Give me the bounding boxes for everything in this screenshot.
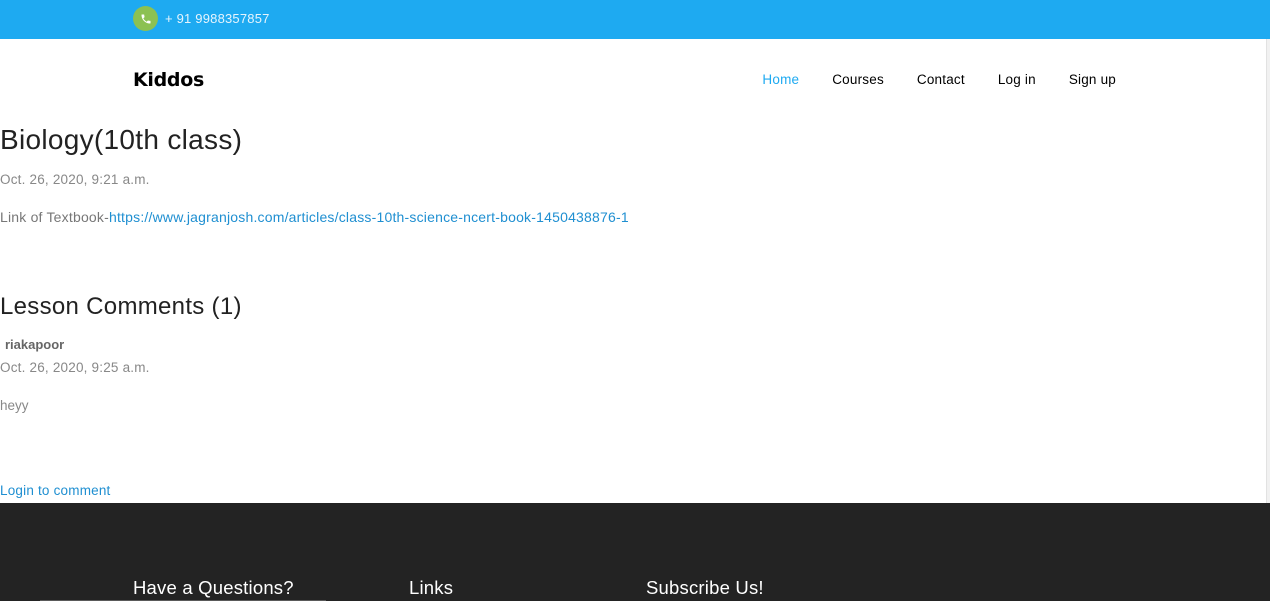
textbook-link[interactable]: https://www.jagranjosh.com/articles/clas… — [109, 209, 629, 225]
textbook-link-line: Link of Textbook-https://www.jagranjosh.… — [0, 209, 629, 225]
page-scrollbar[interactable] — [1266, 39, 1270, 503]
phone-contact: + 91 9988357857 — [133, 6, 270, 31]
nav-item-signup[interactable]: Sign up — [1069, 72, 1116, 87]
nav-menu: Home Courses Contact Log in Sign up — [729, 72, 1116, 87]
textbook-link-label: Link of Textbook- — [0, 209, 109, 225]
phone-number: + 91 9988357857 — [165, 11, 270, 26]
footer-heading-questions: Have a Questions? — [133, 577, 294, 598]
login-to-comment-link[interactable]: Login to comment — [0, 483, 111, 498]
brand-logo[interactable]: Kiddos — [133, 69, 204, 91]
footer-heading-subscribe: Subscribe Us! — [646, 577, 764, 598]
nav-item-home[interactable]: Home — [762, 72, 799, 87]
phone-icon — [133, 6, 158, 31]
lesson-title: Biology(10th class) — [0, 124, 243, 155]
lesson-date: Oct. 26, 2020, 9:21 a.m. — [0, 172, 150, 187]
nav-item-contact[interactable]: Contact — [917, 72, 965, 87]
top-bar: + 91 9988357857 — [0, 0, 1270, 39]
nav-item-login[interactable]: Log in — [998, 72, 1036, 87]
comment-date: Oct. 26, 2020, 9:25 a.m. — [0, 360, 150, 375]
navbar: Kiddos Home Courses Contact Log in Sign … — [0, 39, 1266, 121]
comment-author: riakapoor — [5, 337, 65, 352]
nav-item-courses[interactable]: Courses — [832, 72, 884, 87]
footer-heading-links: Links — [409, 577, 454, 598]
footer: Have a Questions? Links Subscribe Us! — [0, 503, 1270, 601]
comments-heading: Lesson Comments (1) — [0, 293, 242, 320]
comment-text: heyy — [0, 398, 29, 413]
